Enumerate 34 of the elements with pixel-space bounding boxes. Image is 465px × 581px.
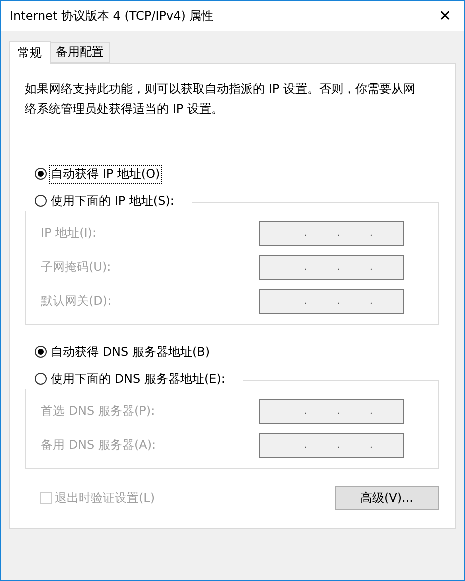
- separator-dot: .: [370, 296, 373, 306]
- field-label: 首选 DNS 服务器(P):: [41, 403, 156, 420]
- separator-dot: .: [370, 228, 373, 238]
- close-button[interactable]: ✕: [435, 7, 456, 25]
- separator-dot: .: [337, 228, 340, 238]
- separator-dot: .: [304, 262, 308, 272]
- separator-dot: .: [337, 296, 340, 306]
- tab[interactable]: 常规: [9, 41, 51, 64]
- separator-dot: .: [304, 406, 308, 416]
- field-label: 默认网关(D):: [41, 293, 112, 310]
- radio-button[interactable]: [35, 195, 47, 207]
- separator-dot: .: [304, 296, 308, 306]
- tab[interactable]: 备用配置: [50, 42, 110, 63]
- advanced-button[interactable]: 高级(V)...: [335, 486, 439, 510]
- window-title: Internet 协议版本 4 (TCP/IPv4) 属性: [10, 8, 214, 24]
- radio-label[interactable]: 自动获得 DNS 服务器地址(B): [49, 342, 212, 362]
- radio-label[interactable]: 自动获得 IP 地址(O): [49, 164, 162, 184]
- radio-button[interactable]: [35, 373, 47, 385]
- radio-label[interactable]: 使用下面的 IP 地址(S):: [49, 192, 176, 210]
- separator-dot: .: [337, 406, 340, 416]
- separator-dot: .: [304, 228, 308, 238]
- radio-button[interactable]: [35, 168, 47, 180]
- separator-dot: .: [370, 406, 373, 416]
- separator-dot: .: [304, 440, 308, 450]
- radio-button[interactable]: [35, 346, 47, 358]
- separator-dot: .: [337, 440, 340, 450]
- separator-dot: .: [370, 262, 373, 272]
- separator-dot: .: [337, 262, 340, 272]
- radio-label[interactable]: 使用下面的 DNS 服务器地址(E):: [49, 370, 228, 388]
- field-label: 备用 DNS 服务器(A):: [41, 437, 156, 454]
- description-text: 如果网络支持此功能，则可以获取自动指派的 IP 设置。否则，你需要从网络系统管理员处获得适当的 IP 设置。: [25, 81, 416, 118]
- field-label: 子网掩码(U):: [41, 259, 112, 276]
- separator-dot: .: [370, 440, 373, 450]
- field-label: IP 地址(I):: [41, 225, 97, 242]
